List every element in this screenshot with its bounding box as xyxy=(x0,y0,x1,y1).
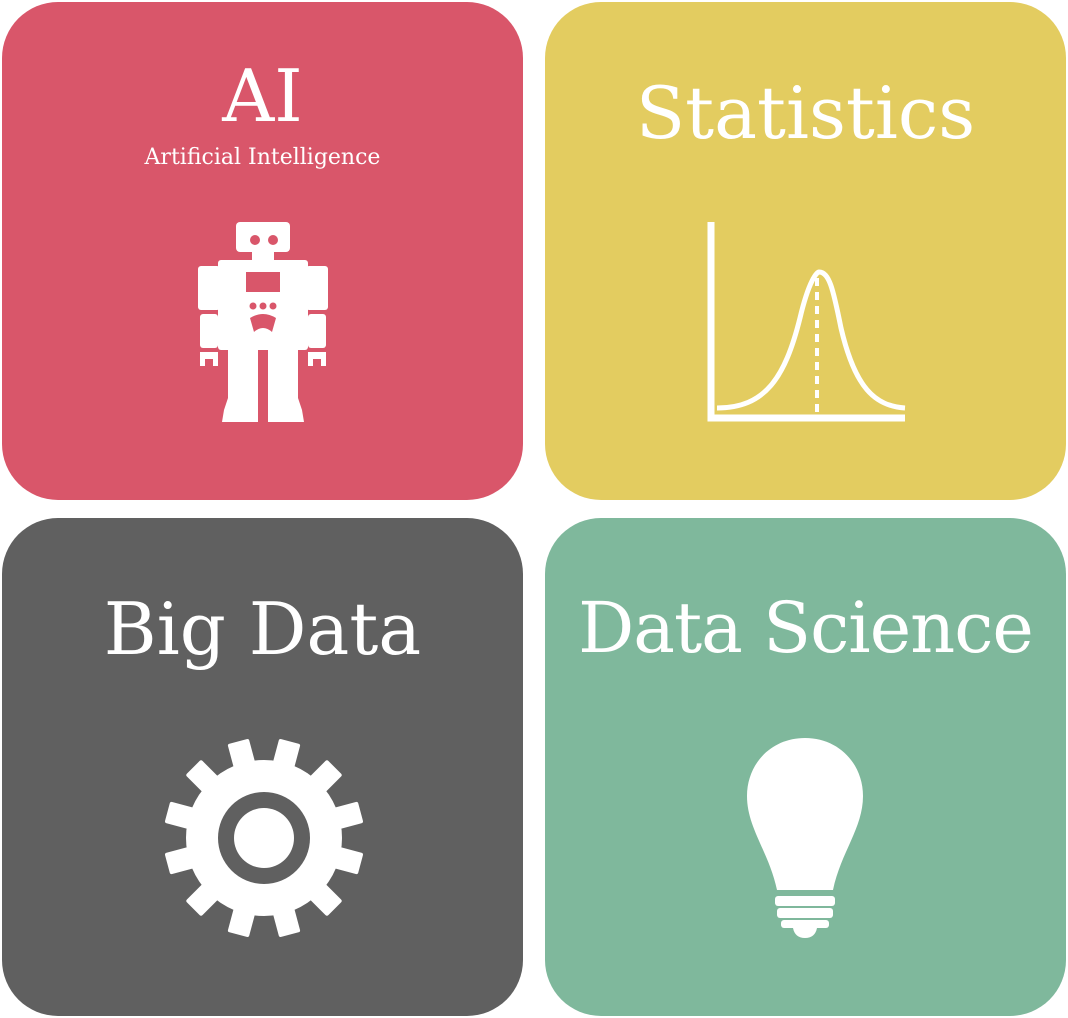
light-bulb-icon xyxy=(747,738,863,938)
tile-big-data: Big Data xyxy=(2,518,523,1016)
bell-curve-icon xyxy=(707,222,906,422)
tile-subtitle-ai: Artificial Intelligence xyxy=(144,145,381,170)
tile-title-ai: AI xyxy=(222,54,303,138)
gear-icon xyxy=(165,739,363,937)
tile-title-data-science: Data Science xyxy=(578,587,1034,669)
tile-statistics: Statistics xyxy=(545,2,1066,500)
tile-ai: AI Artificial Intelligence xyxy=(2,2,523,500)
robot-icon xyxy=(198,222,328,422)
tile-data-science: Data Science xyxy=(545,518,1066,1016)
tile-title-big-data: Big Data xyxy=(103,587,422,671)
tile-title-statistics: Statistics xyxy=(635,71,976,155)
